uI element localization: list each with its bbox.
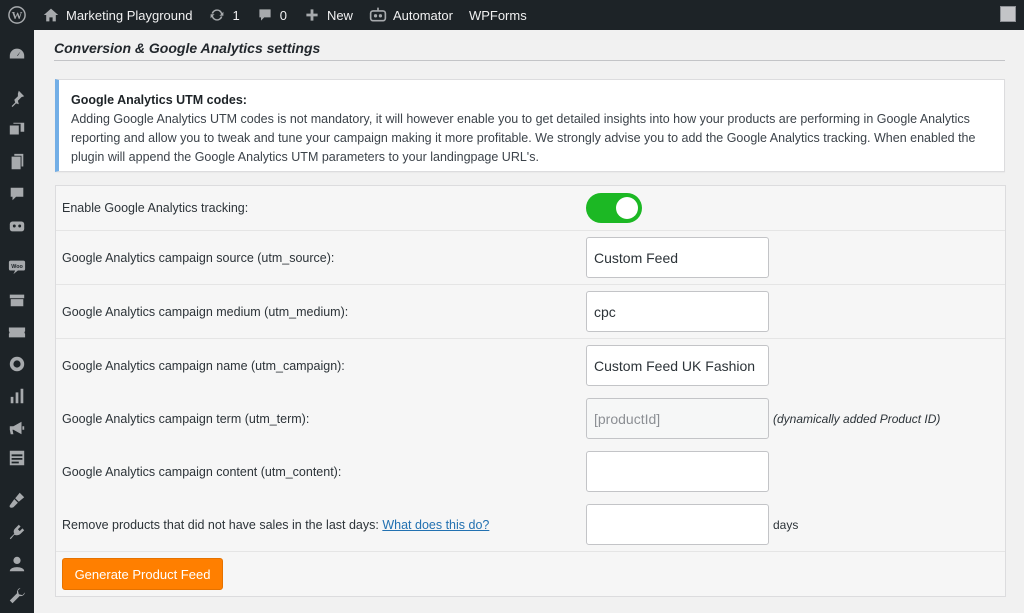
appearance-icon[interactable] <box>7 490 27 510</box>
woocommerce-icon[interactable]: Woo <box>7 256 27 276</box>
utm-medium-input[interactable] <box>586 291 769 332</box>
automator-label: Automator <box>392 7 453 23</box>
generate-product-feed-button[interactable]: Generate Product Feed <box>62 558 223 590</box>
utm-campaign-label: Google Analytics campaign name (utm_camp… <box>62 358 345 373</box>
utm-source-input[interactable] <box>586 237 769 278</box>
products-icon[interactable] <box>7 290 27 310</box>
section-divider <box>54 60 1005 61</box>
utm-term-label: Google Analytics campaign term (utm_term… <box>62 411 310 426</box>
plugins-icon[interactable] <box>7 522 27 542</box>
user-avatar[interactable] <box>1000 6 1016 22</box>
robot-icon <box>369 6 387 24</box>
marketing-icon[interactable] <box>7 418 27 438</box>
updates-count: 1 <box>232 7 240 23</box>
setting-row-enable-tracking: Enable Google Analytics tracking: <box>56 186 1005 231</box>
comments-icon[interactable] <box>7 184 27 204</box>
updates-icon <box>208 6 226 24</box>
setting-row-utm-campaign: Google Analytics campaign name (utm_camp… <box>56 339 1005 393</box>
tools-icon[interactable] <box>7 586 27 606</box>
users-icon[interactable] <box>7 554 27 574</box>
updates-menu[interactable]: 1 <box>200 0 247 30</box>
what-does-this-do-link[interactable]: What does this do? <box>382 518 489 532</box>
feed-icon[interactable] <box>7 354 27 374</box>
forms-icon[interactable] <box>7 448 27 468</box>
posts-icon[interactable] <box>7 88 27 108</box>
utm-campaign-input[interactable] <box>586 345 769 386</box>
site-name: Marketing Playground <box>66 7 193 23</box>
media-icon[interactable] <box>7 120 27 140</box>
settings-table: Enable Google Analytics tracking: Google… <box>55 185 1006 597</box>
section-title: Conversion & Google Analytics settings <box>54 40 321 56</box>
svg-text:Woo: Woo <box>11 264 23 270</box>
enable-tracking-toggle[interactable] <box>586 193 642 223</box>
utm-content-input[interactable] <box>586 451 769 492</box>
new-content-menu[interactable]: New <box>295 0 361 30</box>
site-name-menu[interactable]: Marketing Playground <box>34 0 200 30</box>
toggle-knob <box>616 197 638 219</box>
notice-text-line: reporting and allow you to tweak and tun… <box>71 131 976 145</box>
automator-menu[interactable]: Automator <box>361 0 461 30</box>
setting-row-utm-medium: Google Analytics campaign medium (utm_me… <box>56 285 1005 339</box>
comments-count: 0 <box>279 7 287 23</box>
comment-icon <box>256 6 274 24</box>
admin-bar: W Marketing Playground 1 0 New Automator… <box>0 0 1024 30</box>
days-unit-label: days <box>773 517 799 532</box>
automator-icon[interactable] <box>7 216 27 236</box>
setting-row-utm-term: Google Analytics campaign term (utm_term… <box>56 392 1005 446</box>
utm-source-label: Google Analytics campaign source (utm_so… <box>62 250 335 265</box>
wordpress-logo-icon: W <box>8 6 26 24</box>
notice-text-line: plugin will append the Google Analytics … <box>71 150 539 164</box>
svg-text:W: W <box>12 10 23 22</box>
analytics-icon[interactable] <box>7 386 27 406</box>
dashboard-icon[interactable] <box>7 44 27 64</box>
admin-sidebar: Woo <box>0 30 34 613</box>
pages-icon[interactable] <box>7 152 27 172</box>
wordpress-logo-menu[interactable]: W <box>0 0 34 30</box>
remove-products-days-input[interactable] <box>586 504 769 545</box>
wpforms-menu[interactable]: WPForms <box>461 0 535 30</box>
remove-products-label-text: Remove products that did not have sales … <box>62 517 379 532</box>
tickets-icon[interactable] <box>7 322 27 342</box>
enable-tracking-label: Enable Google Analytics tracking: <box>62 201 249 215</box>
utm-content-label: Google Analytics campaign content (utm_c… <box>62 464 342 479</box>
utm-term-input <box>586 398 769 439</box>
new-label: New <box>326 7 353 23</box>
home-icon <box>42 6 60 24</box>
wpforms-label: WPForms <box>468 7 527 23</box>
utm-info-notice: Google Analytics UTM codes: Adding Googl… <box>55 79 1005 172</box>
utm-term-note: (dynamically added Product ID) <box>773 411 941 426</box>
comments-menu[interactable]: 0 <box>248 0 295 30</box>
setting-row-remove-products: Remove products that did not have sales … <box>56 498 1005 552</box>
remove-products-label: Remove products that did not have sales … <box>62 518 489 532</box>
setting-row-utm-source: Google Analytics campaign source (utm_so… <box>56 231 1005 285</box>
main-content: Conversion & Google Analytics settings G… <box>34 30 1024 613</box>
utm-medium-label: Google Analytics campaign medium (utm_me… <box>62 304 349 319</box>
notice-text-line: Adding Google Analytics UTM codes is not… <box>71 112 970 126</box>
plus-icon <box>303 6 321 24</box>
actions-row: Generate Product Feed <box>56 552 1005 596</box>
setting-row-utm-content: Google Analytics campaign content (utm_c… <box>56 445 1005 499</box>
notice-title: Google Analytics UTM codes: <box>71 93 247 107</box>
